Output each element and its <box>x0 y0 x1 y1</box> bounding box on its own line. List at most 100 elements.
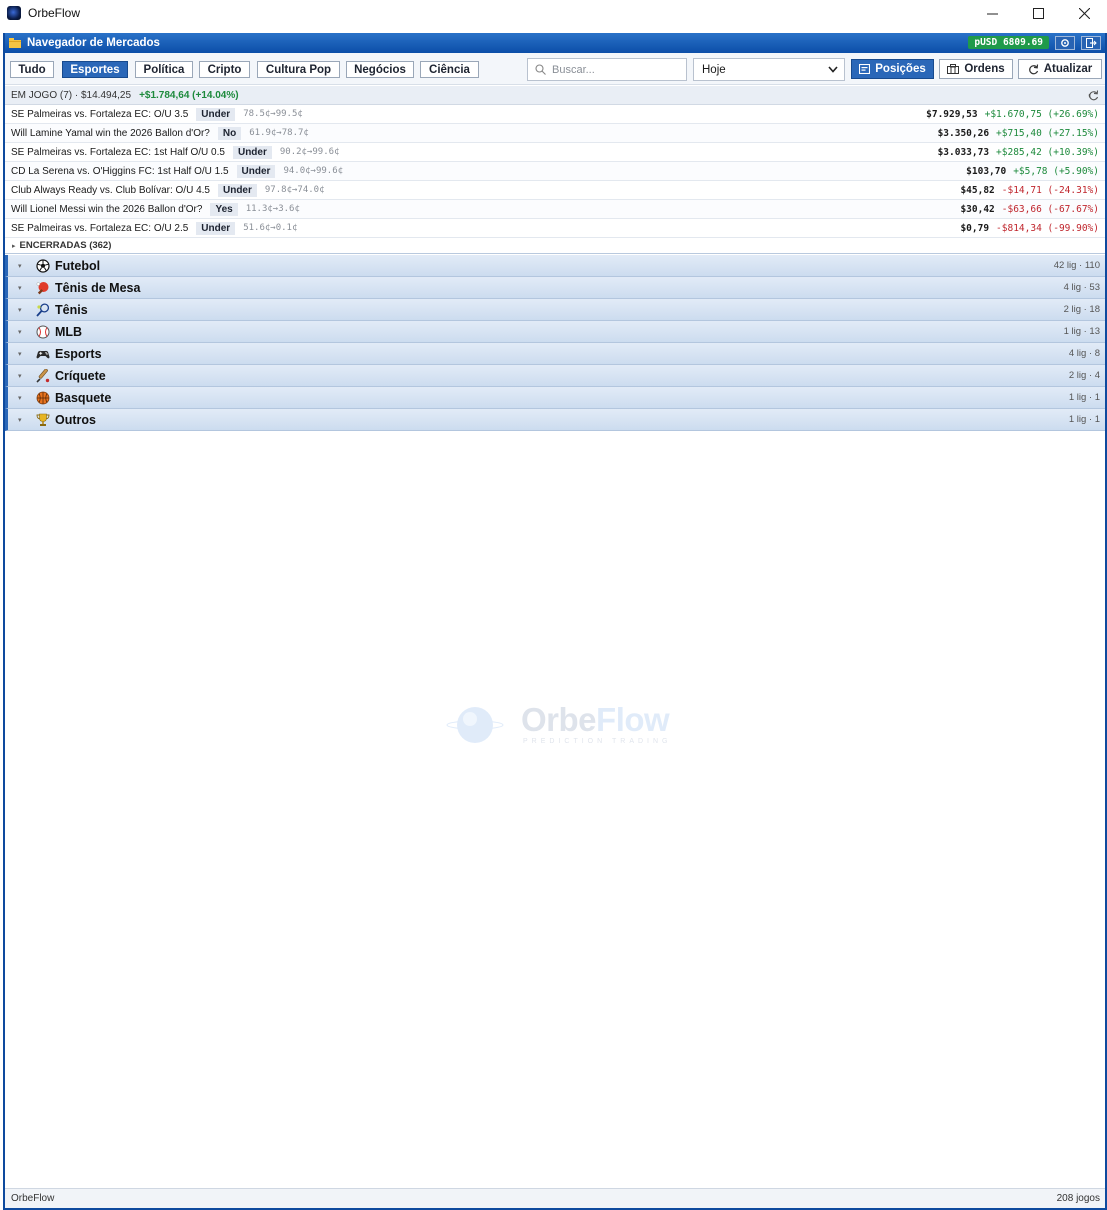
folder-icon <box>9 38 21 48</box>
closed-label: ENCERRADAS (362) <box>19 240 112 251</box>
category-tab-sports[interactable]: Esportes <box>62 61 128 78</box>
position-row[interactable]: CD La Serena vs. O'Higgins FC: 1st Half … <box>5 162 1105 181</box>
app-logo-icon <box>7 6 21 20</box>
positions-label: Posições <box>875 63 926 75</box>
positions-list: SE Palmeiras vs. Fortaleza EC: O/U 3.5 U… <box>5 105 1105 238</box>
tennis-racket-icon <box>36 302 50 317</box>
in-play-summary: EM JOGO (7) · $14.494,25 +$1.784,64 (+14… <box>5 86 1105 105</box>
sport-group-mlb[interactable]: ▾ MLB 1 lig · 13 <box>5 321 1105 343</box>
maximize-icon <box>1032 7 1044 19</box>
position-market: Club Always Ready vs. Club Bolívar: O/U … <box>11 184 210 196</box>
expand-icon: ▾ <box>18 306 22 314</box>
settings-button[interactable] <box>1055 36 1075 50</box>
soccer-ball-icon <box>36 258 50 273</box>
expand-icon: ▾ <box>18 416 22 424</box>
filter-toolbar: Tudo Esportes Política Cripto Cultura Po… <box>5 53 1105 85</box>
expand-icon: ▾ <box>18 284 22 292</box>
position-price: 78.5¢→99.5¢ <box>243 109 303 119</box>
sport-group-outros[interactable]: ▾ Outros 1 lig · 1 <box>5 409 1105 431</box>
sport-name: MLB <box>55 324 83 339</box>
cricket-bat-icon <box>36 368 50 383</box>
watermark-brand-a: Orbe <box>521 701 597 738</box>
sport-group-esports[interactable]: ▾ Esports 4 lig · 8 <box>5 343 1105 365</box>
sport-name: Críquete <box>55 368 106 383</box>
position-pnl: -$814,34 (-99.90%) <box>996 223 1099 234</box>
sport-count: 4 lig · 8 <box>1068 348 1100 359</box>
position-row[interactable]: SE Palmeiras vs. Fortaleza EC: 1st Half … <box>5 143 1105 162</box>
position-value: $3.350,26 <box>937 128 990 139</box>
positions-button[interactable]: Posições <box>851 59 934 79</box>
date-filter-select[interactable]: Hoje <box>693 58 845 81</box>
status-bar: OrbeFlow 208 jogos <box>5 1188 1105 1208</box>
position-price: 51.6¢→0.1¢ <box>243 223 298 233</box>
reload-positions-icon[interactable] <box>1088 90 1099 101</box>
position-row[interactable]: SE Palmeiras vs. Fortaleza EC: O/U 2.5 U… <box>5 219 1105 238</box>
sport-group-basquete[interactable]: ▾ Basquete 1 lig · 1 <box>5 387 1105 409</box>
refresh-label: Atualizar <box>1043 63 1093 75</box>
date-filter-value: Hoje <box>702 63 726 76</box>
position-row[interactable]: Club Always Ready vs. Club Bolívar: O/U … <box>5 181 1105 200</box>
position-market: Will Lamine Yamal win the 2026 Ballon d'… <box>11 127 210 139</box>
category-tab-business[interactable]: Negócios <box>346 61 414 78</box>
sport-count: 2 lig · 4 <box>1068 370 1100 381</box>
category-tab-all[interactable]: Tudo <box>10 61 54 78</box>
baseball-icon <box>36 325 50 339</box>
close-icon <box>1078 7 1090 19</box>
sport-name: Basquete <box>55 390 112 405</box>
expand-icon: ▾ <box>18 394 22 402</box>
category-tab-politics[interactable]: Política <box>135 61 193 78</box>
expand-icon: ▾ <box>18 328 22 336</box>
position-value: $0,79 <box>960 223 990 234</box>
position-pnl: -$63,66 (-67.67%) <box>1001 204 1099 215</box>
position-price: 11.3¢→3.6¢ <box>245 204 300 214</box>
sport-count: 42 lig · 110 <box>1053 260 1100 271</box>
position-value: $30,42 <box>960 204 995 215</box>
sport-group-criquete[interactable]: ▾ Críquete 2 lig · 4 <box>5 365 1105 387</box>
position-pnl: +$1.670,75 (+26.69%) <box>984 109 1099 120</box>
position-side-badge: No <box>217 126 242 140</box>
sport-name: Tênis <box>55 302 88 317</box>
status-app-name: OrbeFlow <box>11 1193 55 1204</box>
search-input[interactable] <box>552 63 682 76</box>
chevron-down-icon <box>828 66 838 73</box>
position-row[interactable]: SE Palmeiras vs. Fortaleza EC: O/U 3.5 U… <box>5 105 1105 124</box>
category-label: Cultura Pop <box>265 63 332 76</box>
sport-count: 2 lig · 18 <box>1063 304 1100 315</box>
refresh-button[interactable]: Atualizar <box>1018 59 1102 79</box>
category-tab-science[interactable]: Ciência <box>420 61 479 78</box>
logout-button[interactable] <box>1081 36 1101 50</box>
close-window-button[interactable] <box>1061 0 1107 26</box>
category-label: Política <box>143 63 185 76</box>
closed-positions-toggle[interactable]: ▸ ENCERRADAS (362) <box>5 238 1105 254</box>
sport-group-tenis-de-mesa[interactable]: ▾ Tênis de Mesa 4 lig · 53 <box>5 277 1105 299</box>
position-price: 94.0¢→99.6¢ <box>283 166 344 176</box>
ping-pong-icon <box>36 281 50 295</box>
category-tab-pop-culture[interactable]: Cultura Pop <box>257 61 340 78</box>
sport-groups: ▾ Futebol 42 lig · 110 ▾ Tênis de Mesa 4… <box>5 255 1105 431</box>
position-market: CD La Serena vs. O'Higgins FC: 1st Half … <box>11 165 229 177</box>
category-label: Esportes <box>70 63 120 76</box>
expand-icon: ▾ <box>18 350 22 358</box>
position-side-badge: Yes <box>210 202 238 216</box>
panel-header: Navegador de Mercados pUSD 6809.69 <box>5 33 1105 53</box>
sport-group-tenis[interactable]: ▾ Tênis 2 lig · 18 <box>5 299 1105 321</box>
position-side-badge: Under <box>232 145 272 159</box>
sport-count: 1 lig · 13 <box>1063 326 1100 337</box>
balance-badge: pUSD 6809.69 <box>968 36 1049 49</box>
window-controls <box>969 0 1107 26</box>
sport-name: Tênis de Mesa <box>55 280 141 295</box>
position-row[interactable]: Will Lamine Yamal win the 2026 Ballon d'… <box>5 124 1105 143</box>
minimize-icon <box>986 13 998 14</box>
position-market: SE Palmeiras vs. Fortaleza EC: O/U 2.5 <box>11 222 189 234</box>
minimize-button[interactable] <box>969 0 1015 26</box>
orders-button[interactable]: Ordens <box>939 59 1013 79</box>
refresh-icon <box>1028 63 1038 74</box>
position-value: $45,82 <box>960 185 995 196</box>
position-row[interactable]: Will Lionel Messi win the 2026 Ballon d'… <box>5 200 1105 219</box>
category-tab-crypto[interactable]: Cripto <box>199 61 250 78</box>
sport-group-futebol[interactable]: ▾ Futebol 42 lig · 110 <box>5 255 1105 277</box>
maximize-button[interactable] <box>1015 0 1061 26</box>
panel-title: Navegador de Mercados <box>27 37 160 49</box>
position-market: SE Palmeiras vs. Fortaleza EC: 1st Half … <box>11 146 225 158</box>
position-market: SE Palmeiras vs. Fortaleza EC: O/U 3.5 <box>11 108 189 120</box>
